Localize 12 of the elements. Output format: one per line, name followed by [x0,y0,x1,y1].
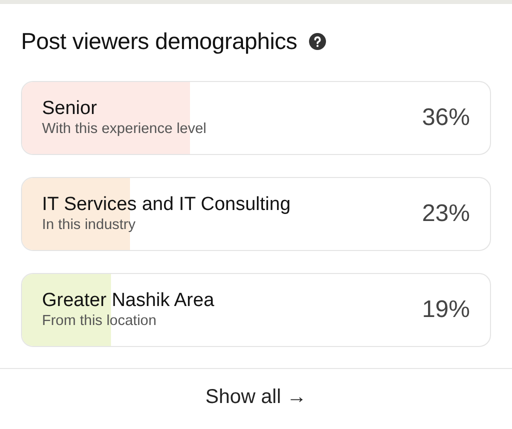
show-all-link[interactable]: Show all → [205,386,307,409]
category-name: IT Services and IT Consulting [42,194,292,216]
percentage-value: 23% [422,200,470,228]
section-title: Post viewers demographics [21,28,298,54]
category-caption: From this location [42,312,158,330]
category-caption: In this industry [42,216,136,234]
category-name: Senior [42,98,98,120]
percentage-value: 36% [422,104,470,132]
help-icon[interactable] [309,32,326,50]
category-caption: With this experience level [42,120,208,138]
category-name: Greater Nashik Area [42,290,216,312]
percentage-value: 19% [422,296,470,324]
